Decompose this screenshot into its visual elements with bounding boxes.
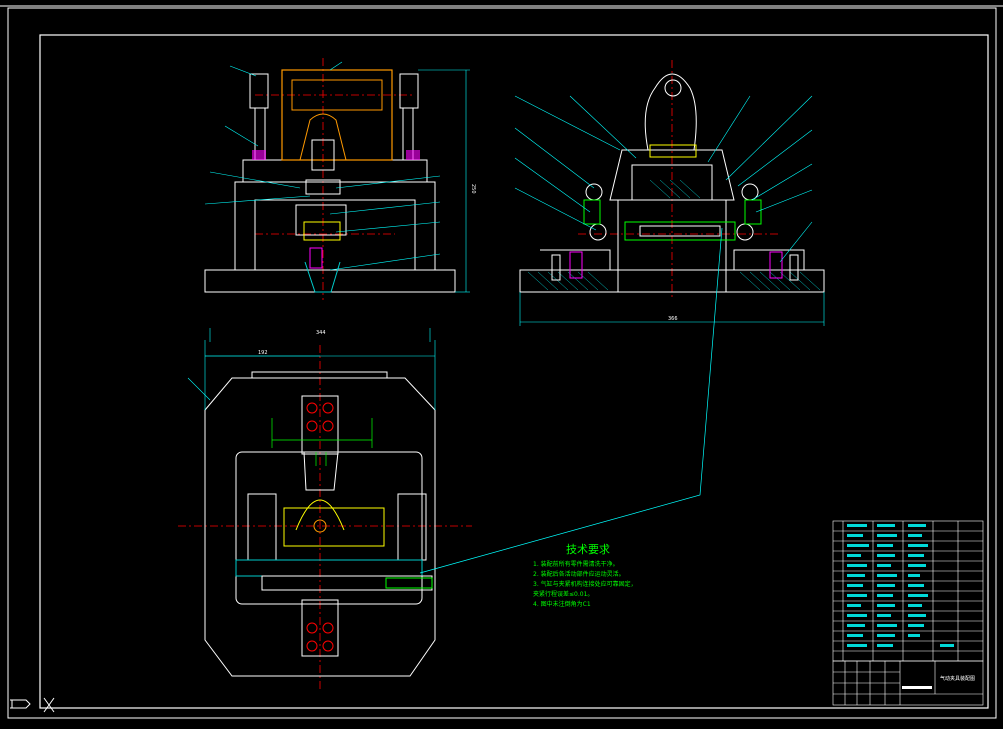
cad-drawing-canvas: 250 366 344 192 技术要求 1. 装配前所有零件需清洗干净。 2.…: [0, 5, 1003, 719]
front-view: 250: [204, 58, 476, 300]
side-view: 366: [514, 60, 825, 326]
tech-req-item-1: 1. 装配前所有零件需清洗干净。: [533, 560, 619, 568]
section-leader-line: [419, 227, 723, 574]
top-view-offset-dim: 192: [258, 350, 268, 356]
parts-list-fills: [847, 524, 954, 647]
top-view-width-dim: 344: [316, 330, 326, 336]
tech-req-item-4: 夹紧行程误差≤0.01。: [533, 590, 593, 598]
top-view: 344 192: [178, 328, 472, 690]
title-block-logo: [902, 686, 932, 689]
tech-req-title: 技术要求: [566, 543, 610, 556]
inner-frame-border: [39, 34, 989, 709]
side-view-width-dim: 366: [668, 316, 678, 322]
front-view-height-dim: 250: [470, 184, 476, 194]
title-block-drawing-name: 气动夹具装配图: [940, 675, 975, 682]
tech-req-item-5: 4. 图中未注倒角为C1: [533, 600, 591, 608]
ucs-icon: [10, 697, 55, 713]
tech-req-item-3: 3. 气缸与夹紧机构连接处应可靠固定，: [533, 580, 637, 588]
tech-req-item-2: 2. 装配后各活动部件应运动灵活。: [533, 570, 625, 578]
outer-sheet-border: [7, 7, 997, 719]
title-block: [832, 660, 984, 706]
technical-requirements: 技术要求 1. 装配前所有零件需清洗干净。 2. 装配后各活动部件应运动灵活。 …: [533, 543, 637, 608]
parts-list-table: [832, 520, 984, 662]
